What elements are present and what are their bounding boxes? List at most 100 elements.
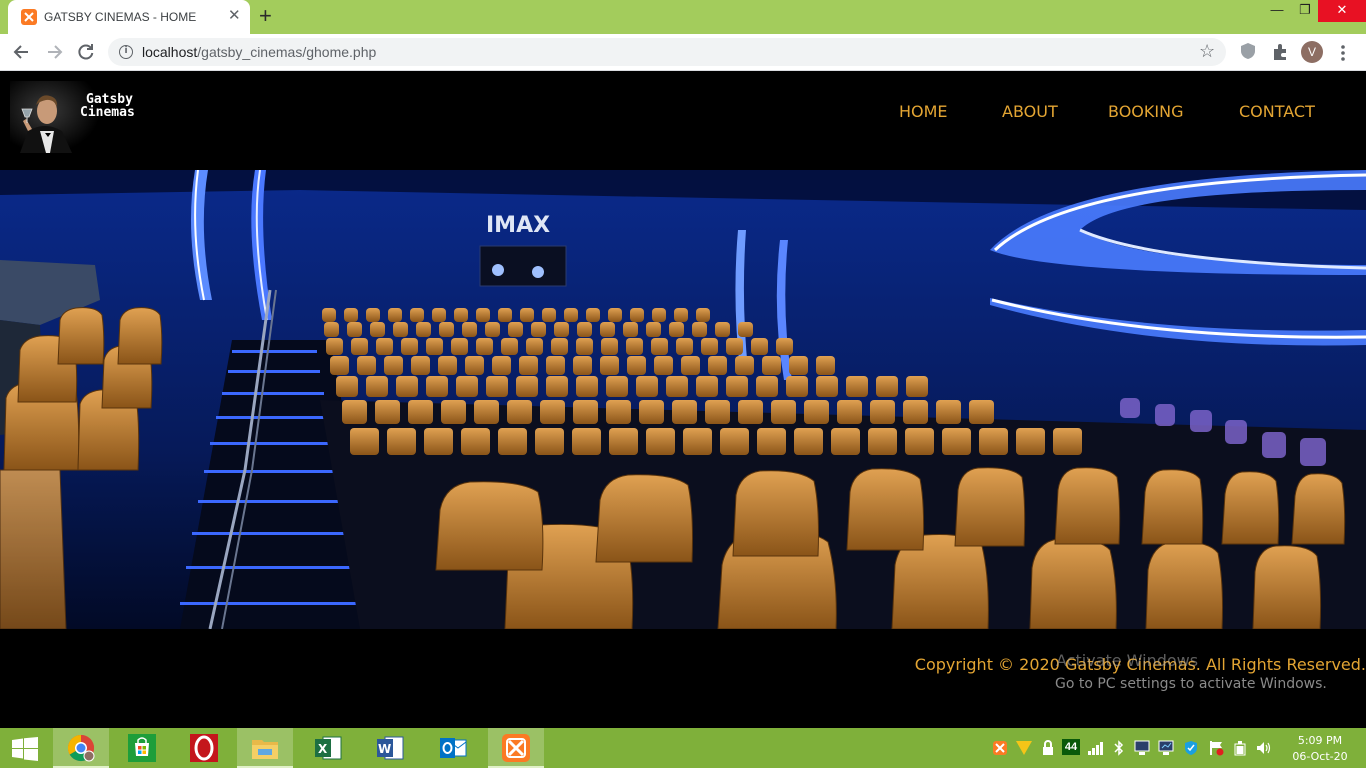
theater-seat: [751, 338, 768, 355]
logo-wordmark: Gatsby Cinemas: [80, 93, 135, 119]
nav-link-about[interactable]: ABOUT: [1002, 102, 1058, 121]
taskbar-xampp[interactable]: [488, 728, 544, 768]
bookmark-star-icon[interactable]: ☆: [1199, 41, 1215, 62]
theater-seat: [969, 400, 994, 424]
theater-seat: [586, 308, 600, 322]
tray-signal-icon[interactable]: [1088, 741, 1104, 755]
tray-bluetooth-icon[interactable]: [1114, 740, 1124, 756]
opera-icon: [190, 734, 218, 762]
theater-seat: [336, 376, 358, 397]
forward-arrow-icon[interactable]: [44, 42, 64, 62]
theater-seat: [476, 308, 490, 322]
theater-seat: [564, 308, 578, 322]
tray-xampp-icon[interactable]: [993, 741, 1007, 755]
taskbar-outlook[interactable]: [425, 728, 481, 768]
theater-seat: [476, 338, 493, 355]
back-arrow-icon[interactable]: [12, 42, 32, 62]
theater-seat: [416, 322, 431, 337]
tray-wifi-warning-icon[interactable]: [1016, 741, 1032, 755]
logo-line-2: Cinemas: [80, 105, 135, 120]
theater-seat: [498, 308, 512, 322]
excel-icon: X: [315, 736, 342, 760]
reload-icon[interactable]: [76, 42, 96, 62]
theater-seat: [837, 400, 862, 424]
theater-seat: [542, 308, 556, 322]
theater-seat: [1053, 428, 1082, 455]
profile-avatar[interactable]: V: [1301, 41, 1323, 63]
theater-seat: [696, 308, 710, 322]
nav-link-contact[interactable]: CONTACT: [1239, 102, 1315, 121]
theater-seat: [681, 356, 700, 375]
taskbar-excel[interactable]: X: [300, 728, 356, 768]
theater-seat: [526, 338, 543, 355]
tray-network-icon[interactable]: [1158, 740, 1174, 756]
tray-battery-badge[interactable]: 44: [1062, 739, 1080, 755]
browser-toolbar: i localhost/gatsby_cinemas/ghome.php ☆ V: [0, 34, 1366, 71]
tray-flag-alert-icon[interactable]: [1208, 740, 1224, 756]
theater-seat: [831, 428, 860, 455]
theater-seat: [393, 322, 408, 337]
theater-seat: [623, 322, 638, 337]
theater-seat: [868, 428, 897, 455]
site-info-icon[interactable]: i: [119, 45, 133, 59]
theater-seat: [905, 428, 934, 455]
theater-seat: [344, 308, 358, 322]
theater-seat: [789, 356, 808, 375]
theater-seat: [554, 322, 569, 337]
window-minimize-button[interactable]: —: [1262, 0, 1292, 22]
theater-seat: [646, 322, 661, 337]
tray-lock-icon[interactable]: [1042, 740, 1054, 756]
taskbar-chrome[interactable]: [53, 728, 109, 768]
svg-text:W: W: [378, 742, 391, 756]
theater-seat: [692, 322, 707, 337]
theater-seat: [551, 338, 568, 355]
taskbar-file-explorer[interactable]: [237, 728, 293, 768]
address-bar[interactable]: i localhost/gatsby_cinemas/ghome.php ☆: [108, 38, 1226, 66]
site-logo[interactable]: Gatsby Cinemas: [6, 79, 166, 154]
nav-link-home[interactable]: HOME: [899, 102, 948, 121]
theater-seat: [708, 356, 727, 375]
theater-seat: [786, 376, 808, 397]
theater-seat: [456, 376, 478, 397]
theater-seat: [705, 400, 730, 424]
menu-dots-icon[interactable]: [1340, 44, 1346, 62]
url-host: localhost: [142, 44, 198, 60]
theater-seat: [771, 400, 796, 424]
browser-tab-strip: GATSBY CINEMAS - HOME ✕ + — ❐ ✕: [0, 0, 1366, 34]
tray-display-icon[interactable]: [1134, 740, 1150, 756]
tray-defender-icon[interactable]: [1184, 740, 1198, 756]
puzzle-extensions-icon[interactable]: [1271, 43, 1289, 61]
theater-seat: [906, 376, 928, 397]
taskbar-word[interactable]: W: [362, 728, 418, 768]
theater-seat: [451, 338, 468, 355]
taskbar-store[interactable]: [114, 728, 170, 768]
window-maximize-button[interactable]: ❐: [1290, 0, 1320, 22]
theater-seat: [572, 428, 601, 455]
window-close-button[interactable]: ✕: [1318, 0, 1366, 22]
url-text[interactable]: localhost/gatsby_cinemas/ghome.php: [142, 44, 376, 60]
theater-seat: [738, 400, 763, 424]
taskbar-opera[interactable]: [176, 728, 232, 768]
theater-seat: [608, 308, 622, 322]
imax-theater-photo: IMAX: [0, 170, 1366, 629]
theater-seat: [577, 322, 592, 337]
page-content: Gatsby Cinemas HOME ABOUT BOOKING CONTAC…: [0, 71, 1366, 728]
new-tab-button[interactable]: +: [259, 5, 272, 27]
tab-close-icon[interactable]: ✕: [228, 8, 241, 24]
tray-power-icon[interactable]: [1232, 740, 1248, 756]
tray-volume-icon[interactable]: [1256, 740, 1272, 756]
theater-seat: [979, 428, 1008, 455]
theater-seat: [410, 308, 424, 322]
browser-tab[interactable]: GATSBY CINEMAS - HOME ✕: [8, 0, 250, 34]
windows-start-icon[interactable]: [12, 737, 38, 761]
taskbar-clock[interactable]: 5:09 PM 06-Oct-20: [1290, 733, 1350, 765]
theater-seat: [462, 322, 477, 337]
chrome-icon: [67, 734, 95, 762]
theater-seat: [600, 322, 615, 337]
nav-link-booking[interactable]: BOOKING: [1108, 102, 1183, 121]
theater-seat: [322, 308, 336, 322]
theater-seat: [408, 400, 433, 424]
imax-sign-text: IMAX: [486, 213, 550, 238]
theater-seat: [674, 308, 688, 322]
shield-extension-icon[interactable]: [1240, 42, 1256, 60]
